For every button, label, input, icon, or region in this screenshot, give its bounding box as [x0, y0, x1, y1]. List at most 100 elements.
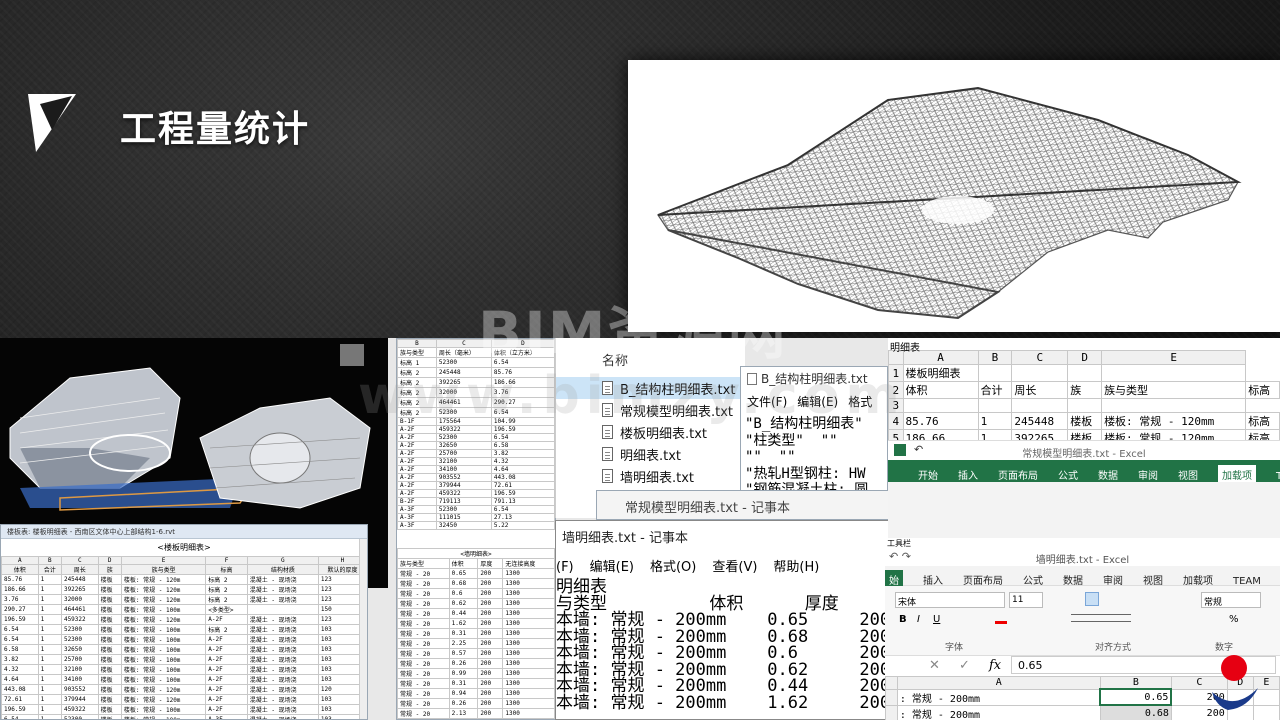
view-cube-icon[interactable] [340, 344, 364, 366]
table-cell[interactable]: 1 [37, 714, 62, 719]
table-cell[interactable]: 楼板: 常规 - 100m [120, 624, 207, 635]
table-cell[interactable]: 4.32 [1, 664, 39, 675]
table-cell[interactable]: 1 [37, 674, 62, 685]
table-row[interactable]: 6.58 1 32650 楼板 楼板: 常规 - 100m A-2F 混凝土 - 现场浇 10… [1, 644, 367, 655]
align-buttons-icon[interactable] [1071, 614, 1131, 622]
table-cell[interactable]: 楼板: 常规 - 100m [120, 604, 207, 615]
table-cell[interactable]: 290.27 [1, 604, 39, 615]
cell[interactable]: 0.68 [1099, 704, 1172, 720]
table-row[interactable]: 196.59 1 459322 楼板 楼板: 常规 - 120m A-2F 混凝土 - 现场… [1, 614, 367, 625]
table-cell[interactable]: 379944 [60, 694, 99, 705]
table-cell[interactable]: 混凝土 - 现场浇 [246, 694, 319, 705]
table-cell[interactable]: 混凝土 - 现场浇 [246, 654, 319, 665]
column-header[interactable]: 标高 [205, 564, 248, 575]
percent-button[interactable]: % [1229, 614, 1239, 625]
table-cell[interactable]: 混凝土 - 现场浇 [246, 714, 319, 719]
table-cell[interactable]: 混凝土 - 现场浇 [246, 594, 319, 605]
table-cell[interactable]: A-2F [205, 674, 248, 685]
corner-cell[interactable] [885, 676, 898, 690]
cell[interactable]: 周长 [1011, 381, 1069, 399]
table-cell[interactable]: 1 [37, 594, 62, 605]
table-cell[interactable]: 392265 [60, 584, 99, 595]
table-cell[interactable]: 52300 [60, 634, 99, 645]
menu-item[interactable]: (F) [556, 560, 574, 575]
table-cell[interactable]: 6.54 [1, 634, 39, 645]
table-cell[interactable]: 混凝土 - 现场浇 [246, 664, 319, 675]
table-cell[interactable]: 楼板: 常规 - 100m [120, 644, 207, 655]
table-cell[interactable]: 楼板 [97, 694, 122, 705]
col-letter[interactable]: E [120, 556, 207, 565]
table-row[interactable]: 4.32 1 32100 楼板 楼板: 常规 - 100m A-2F 混凝土 - 现场浇 10… [1, 664, 367, 675]
align-middle-button[interactable] [1085, 592, 1099, 606]
table-cell[interactable]: 1 [37, 644, 62, 655]
table-cell[interactable]: 903552 [60, 684, 99, 695]
table-cell[interactable]: 6.54 [1, 714, 39, 719]
table-cell[interactable]: A-2F [205, 664, 248, 675]
menu-format[interactable]: 格式 [848, 393, 872, 410]
table-cell[interactable]: 混凝土 - 现场浇 [246, 634, 319, 645]
table-cell[interactable]: A-2F [205, 614, 248, 625]
table-cell[interactable]: 楼板 [97, 624, 122, 635]
name-column-header[interactable]: 名称 [556, 338, 745, 377]
menu-item[interactable]: 编辑(E) [590, 556, 634, 575]
italic-button[interactable]: I [917, 614, 920, 625]
cell[interactable] [977, 364, 1013, 382]
menu-file[interactable]: 文件(F) [747, 393, 787, 410]
table-cell[interactable]: 34100 [60, 674, 99, 685]
table-cell[interactable]: A-2F [205, 704, 248, 715]
table-cell[interactable]: 196.59 [1, 704, 39, 715]
table-cell[interactable]: A-2F [205, 694, 248, 705]
menu-item[interactable]: 查看(V) [712, 556, 757, 575]
cell[interactable] [1101, 398, 1247, 413]
cell[interactable]: 楼板明细表 [902, 364, 979, 382]
col-letter[interactable]: D [1067, 350, 1103, 365]
file-item[interactable]: 楼板明细表.txt [556, 421, 745, 443]
file-item[interactable]: 明细表.txt [556, 443, 745, 465]
row-number[interactable]: 2 [888, 381, 904, 399]
cancel-icon[interactable]: ✕ [929, 658, 940, 673]
cell[interactable]: 族与类型 [1101, 381, 1247, 399]
table-cell[interactable]: 4.64 [1, 674, 39, 685]
table-cell[interactable]: 1 [37, 664, 62, 675]
table-cell[interactable]: 459322 [60, 614, 99, 625]
table-cell[interactable]: 楼板 [97, 664, 122, 675]
cell[interactable]: 楼板 [1067, 412, 1103, 430]
table-cell[interactable]: 楼板 [97, 674, 122, 685]
table-cell[interactable]: 混凝土 - 现场浇 [246, 704, 319, 715]
table-cell[interactable]: 32100 [60, 664, 99, 675]
cell[interactable]: 体积 [902, 381, 979, 399]
table-row[interactable]: 6.54 1 52300 楼板 楼板: 常规 - 100m A-2F 混凝土 - 现场浇 10… [1, 634, 367, 645]
table-row[interactable]: 290.27 1 464461 楼板 楼板: 常规 - 100m <多类型> 150 [1, 604, 367, 615]
cell[interactable] [1011, 398, 1069, 413]
table-row[interactable]: 6.54 1 52300 楼板 楼板: 常规 - 100m 标高 2 混凝土 - 现场浇 10… [1, 624, 367, 635]
table-row[interactable]: 186.66 1 392265 楼板 楼板: 常规 - 120m 标高 2 混凝土 - 现场… [1, 584, 367, 595]
table-cell[interactable] [246, 604, 319, 615]
column-header[interactable]: 族与类型 [120, 564, 207, 575]
table-cell[interactable]: A-2F [205, 684, 248, 695]
column-header[interactable]: 周长 [60, 564, 99, 575]
table-cell[interactable]: 1 [37, 584, 62, 595]
table-cell[interactable]: 标高 2 [205, 594, 248, 605]
table-cell[interactable]: 1 [37, 694, 62, 705]
table-cell[interactable]: 52300 [60, 714, 99, 719]
table-cell[interactable]: 32650 [60, 644, 99, 655]
table-cell[interactable]: 1 [37, 604, 62, 615]
table-row[interactable]: 3.76 1 32000 楼板 楼板: 常规 - 120m 标高 2 混凝土 - 现场浇 12… [1, 594, 367, 605]
table-cell[interactable]: 标高 2 [205, 584, 248, 595]
table-cell[interactable]: 1 [37, 624, 62, 635]
table-row[interactable]: 196.59 1 459322 楼板 楼板: 常规 - 100m A-2F 混凝土 - 现场… [1, 704, 367, 715]
font-name-select[interactable]: 宋体 [895, 592, 1005, 608]
cell[interactable]: 合计 [977, 381, 1013, 399]
font-color-icon[interactable] [995, 614, 1007, 624]
table-cell[interactable]: 楼板: 常规 - 100m [120, 674, 207, 685]
table-cell[interactable]: A-2F [205, 654, 248, 665]
file-item[interactable]: B_结构柱明细表.txt [556, 377, 745, 399]
col-letter[interactable]: D [97, 556, 122, 565]
column-header[interactable]: 体积 [1, 564, 39, 575]
table-cell[interactable]: 楼板 [97, 684, 122, 695]
cell[interactable]: : 常规 - 200mm [896, 704, 1101, 720]
table-row[interactable]: 443.08 1 903552 楼板 楼板: 常规 - 120m A-2F 混凝土 - 现场… [1, 684, 367, 695]
table-cell[interactable]: 1 [37, 704, 62, 715]
menu-item[interactable]: 格式(O) [650, 556, 696, 575]
table-cell[interactable]: 1 [37, 614, 62, 625]
